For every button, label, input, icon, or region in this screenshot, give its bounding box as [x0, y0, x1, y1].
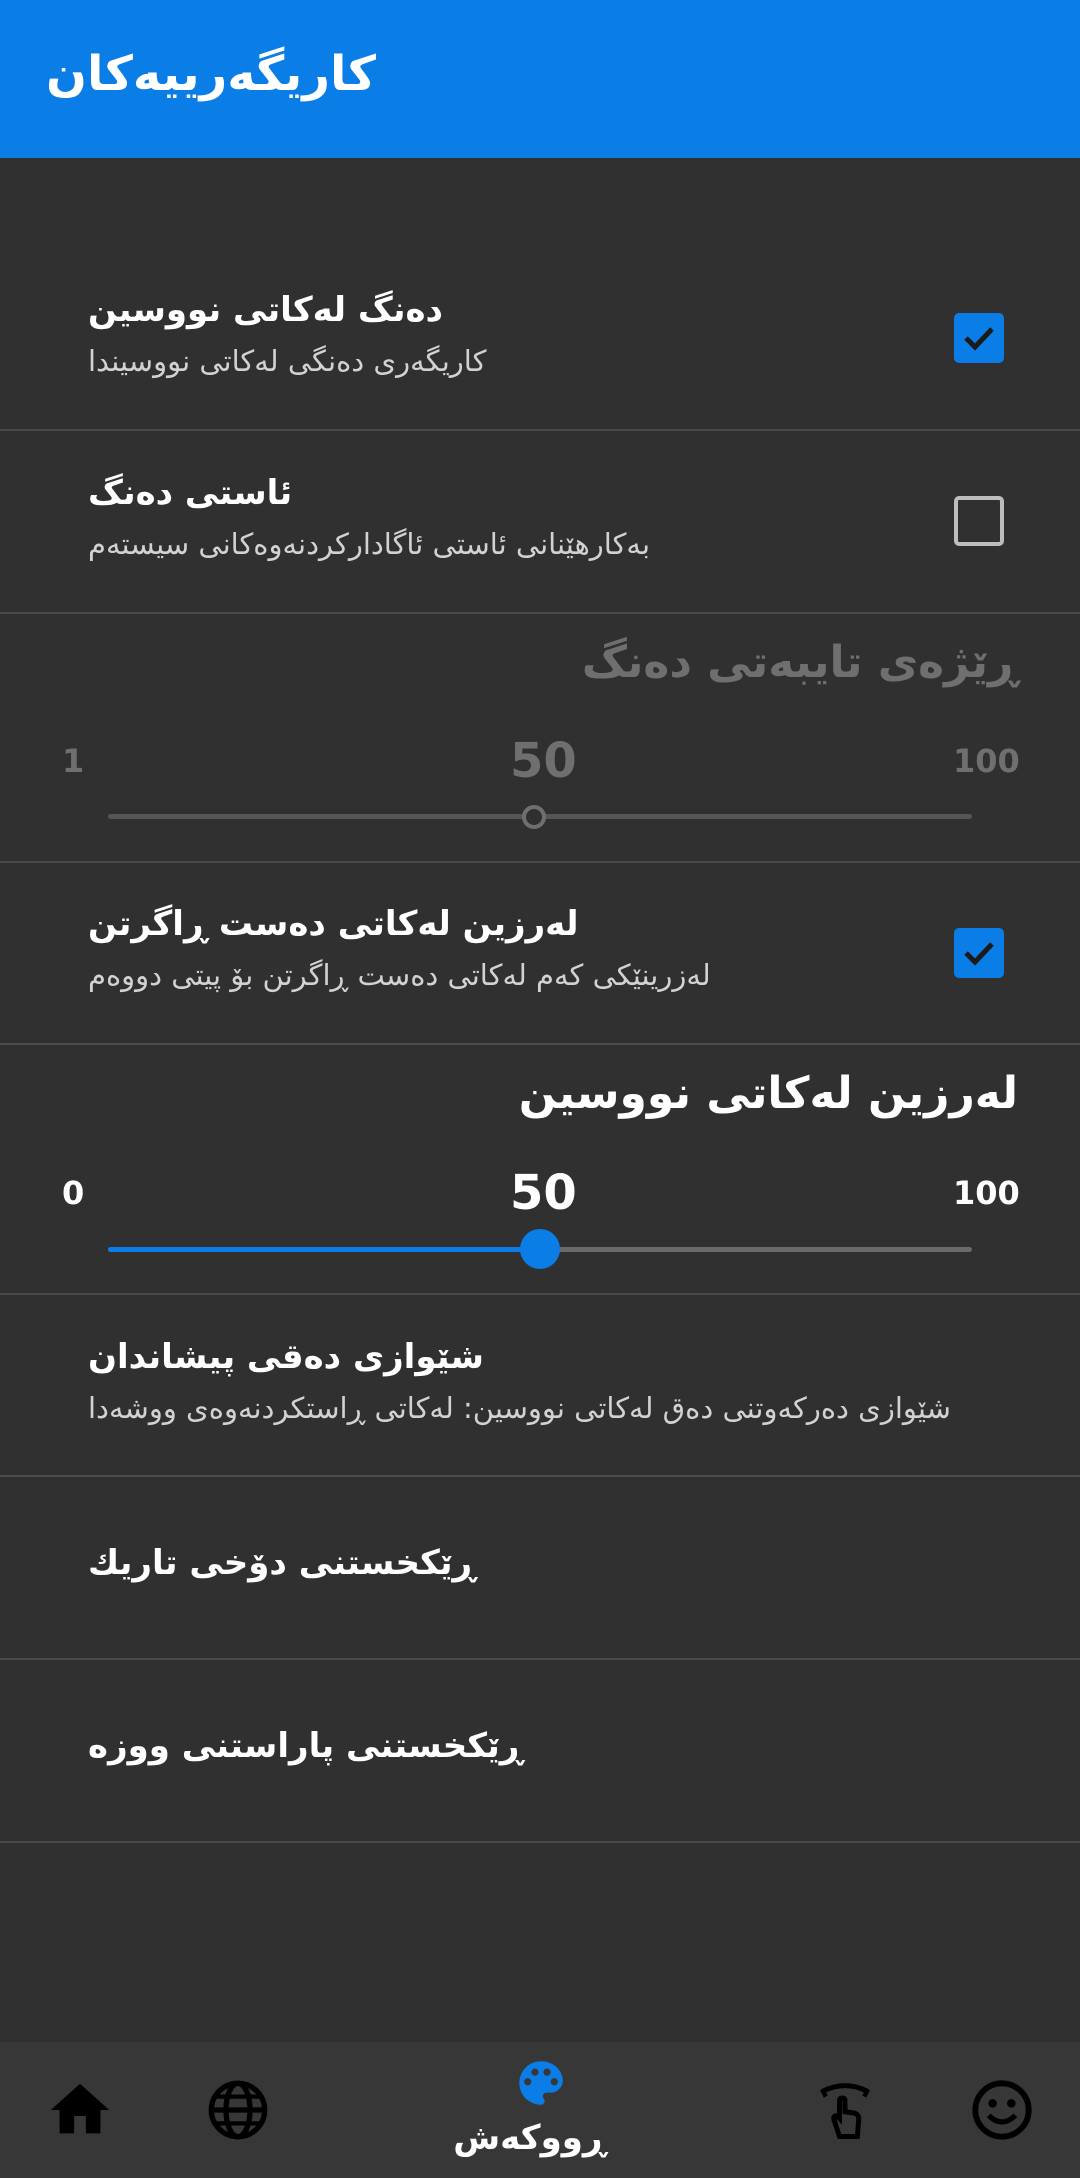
nav-gestures[interactable] — [800, 2042, 900, 2178]
check-icon — [964, 942, 994, 966]
divider — [0, 1658, 1080, 1660]
seekbar-thumb — [522, 805, 546, 829]
check-icon — [964, 327, 994, 351]
page-title: كاریگەرییەكان — [46, 46, 376, 102]
pref-title: ئاستی دەنگ — [88, 473, 293, 513]
longpress-vibration-checkbox[interactable] — [954, 928, 1004, 978]
divider — [0, 1293, 1080, 1295]
seekbar-value: 50 — [510, 1165, 577, 1221]
nav-theme-label: ڕووكەش — [453, 2118, 606, 2158]
pref-title: دەنگ لەكاتی نووسین — [88, 290, 443, 330]
pref-title: ڕێكخستنی دۆخی تاریك — [88, 1543, 476, 1583]
typing-sound-checkbox[interactable] — [954, 313, 1004, 363]
pref-summary: كاریگەری دەنگی لەكاتی نووسیندا — [88, 344, 487, 378]
nav-home[interactable] — [30, 2042, 130, 2178]
seekbar-min: 0 — [62, 1174, 85, 1212]
pref-title: ڕێكخستنی پاراستنی ووزە — [88, 1726, 523, 1766]
smiley-icon — [972, 2080, 1032, 2140]
nav-language[interactable] — [190, 2042, 290, 2178]
seekbar-title: لەرزین لەكاتی نووسین — [518, 1068, 1018, 1119]
touch-gesture-icon — [820, 2083, 870, 2139]
seekbar-min: 1 — [62, 742, 85, 780]
divider — [0, 861, 1080, 863]
globe-icon — [208, 2080, 268, 2140]
pref-summary: شێوازی دەركەوتنی دەق لەكاتی نووسین: لەكا… — [88, 1391, 951, 1425]
palette-icon — [519, 2061, 563, 2105]
pref-summary: بەكارهێنانی ئاستی ئاگاداركردنەوەكانی سیس… — [88, 527, 651, 561]
app-bar: كاریگەرییەكان — [0, 0, 1080, 158]
seekbar-max: 100 — [953, 1174, 1020, 1212]
seekbar-progress — [108, 1247, 540, 1252]
seekbar-max: 100 — [953, 742, 1020, 780]
pref-title: شێوازی دەقی پیشاندان — [88, 1337, 484, 1377]
seekbar-thumb[interactable] — [520, 1229, 560, 1269]
seekbar-value: 50 — [510, 733, 577, 789]
seekbar-title: ڕێژەی تایبەتی دەنگ — [581, 637, 1018, 688]
pref-title: لەرزین لەكاتی دەست ڕاگرتن — [88, 904, 579, 944]
home-icon — [50, 2083, 110, 2134]
divider — [0, 1043, 1080, 1045]
sound-level-checkbox[interactable] — [954, 496, 1004, 546]
nav-emoji[interactable] — [950, 2042, 1050, 2178]
divider — [0, 429, 1080, 431]
divider — [0, 1475, 1080, 1477]
divider — [0, 612, 1080, 614]
pref-summary: لەزرینێكی كەم لەكاتی دەست ڕاگرتن بۆ پیتی… — [88, 958, 711, 992]
divider — [0, 1841, 1080, 1843]
